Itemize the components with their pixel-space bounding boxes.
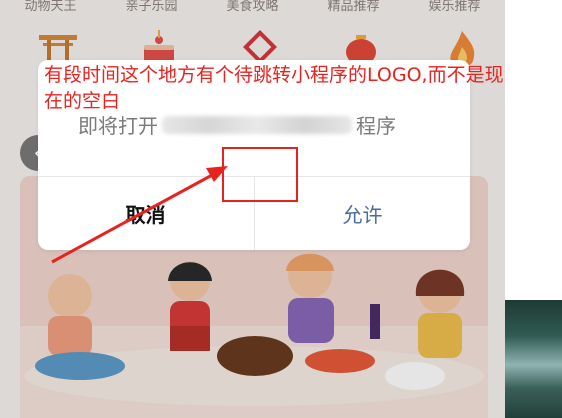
annotation-text: 有段时间这个地方有个待跳转小程序的LOGO,而不是现在的空白 bbox=[44, 64, 504, 112]
annotation-highlight-box bbox=[222, 147, 298, 202]
side-photo bbox=[505, 300, 562, 418]
dialog-message-suffix: 程序 bbox=[356, 114, 396, 138]
dialog-message-prefix: 即将打开 bbox=[78, 114, 158, 138]
dialog-message: 即将打开 程序 bbox=[78, 110, 438, 139]
redacted-app-name bbox=[162, 115, 352, 134]
cancel-button[interactable]: 取消 bbox=[38, 177, 253, 250]
